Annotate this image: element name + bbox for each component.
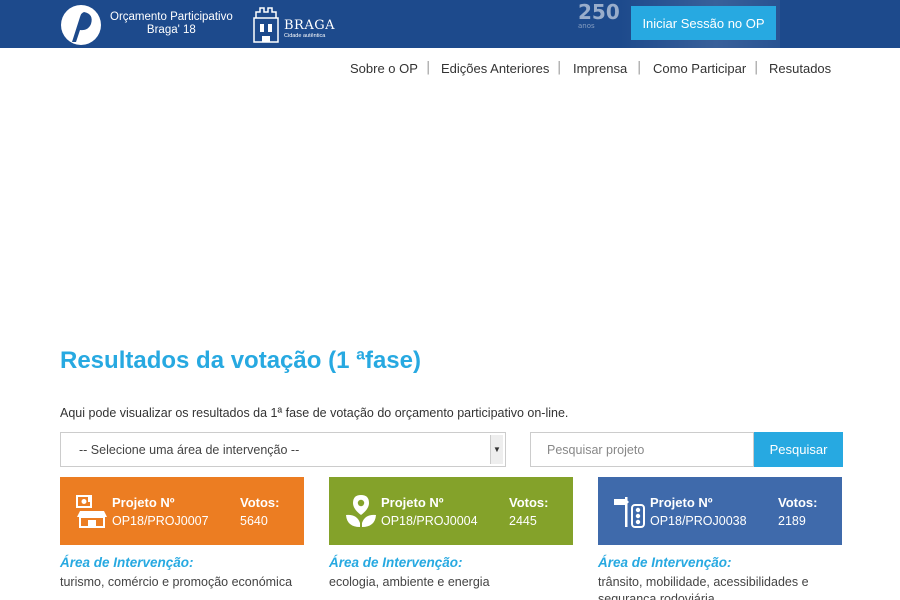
card-votes-label: Votos:	[509, 495, 549, 510]
card-project-value: OP18/PROJ0038	[650, 514, 747, 528]
project-search-input[interactable]: Pesquisar projeto	[530, 432, 754, 467]
card-area-value: ecologia, ambiente e energia	[329, 575, 490, 589]
nav-separator: |	[754, 60, 759, 75]
nav-item-imprensa[interactable]: Imprensa	[573, 61, 627, 76]
nav-separator: |	[557, 60, 562, 75]
hero-caption: Braga é de todos e todos têm uma palavra…	[60, 264, 581, 324]
area-select-value: -- Selecione uma área de intervenção --	[79, 442, 300, 457]
chevron-down-icon[interactable]: ▼	[490, 435, 503, 464]
project-card[interactable]: Projeto Nº OP18/PROJ0004 Votos: 2445	[329, 477, 573, 545]
card-votes-label: Votos:	[778, 495, 818, 510]
header-deco-sub: anos	[578, 22, 595, 30]
card-area-value: turismo, comércio e promoção económica	[60, 575, 293, 589]
header-deco-number: 250	[578, 0, 620, 24]
nav-item-como-participar[interactable]: Como Participar	[653, 61, 746, 76]
intro-text: Aqui pode visualizar os resultados da 1ª…	[60, 406, 569, 420]
card-project-value: OP18/PROJ0007	[112, 514, 209, 528]
search-panel	[214, 203, 688, 269]
card-votes-label: Votos:	[240, 495, 280, 510]
card-project-label: Projeto Nº	[381, 495, 444, 510]
op-logo-icon[interactable]	[60, 4, 102, 46]
card-project-label: Projeto Nº	[650, 495, 713, 510]
eco-pin-icon	[346, 495, 376, 527]
nav-item-edicoes[interactable]: Edições Anteriores	[441, 61, 549, 76]
braga-logo-name: BRAGA	[284, 18, 336, 33]
search-input[interactable]: O que procura?	[232, 172, 626, 206]
shop-icon	[76, 495, 107, 528]
main-nav: Sobre o OP | Edições Anteriores | Impren…	[0, 48, 900, 90]
page-title: Resultados da votação (1 ªfase)	[60, 347, 421, 374]
project-card[interactable]: Projeto Nº OP18/PROJ0038 Votos: 2189	[598, 477, 842, 545]
nav-item-sobre[interactable]: Sobre o OP	[350, 61, 418, 76]
nav-item-resultados[interactable]: Resutados	[769, 61, 831, 76]
project-card[interactable]: Projeto Nº OP18/PROJ0007 Votos: 5640	[60, 477, 304, 545]
op-logo-text[interactable]: Orçamento Participativo Braga' 18	[110, 11, 233, 37]
card-area-value: trânsito, mobilidade, acessibilidades e …	[598, 575, 809, 600]
card-votes-value: 2445	[509, 514, 537, 528]
nav-separator: |	[637, 60, 642, 75]
top-header: 250 anos Orçamento Participativo Braga' …	[0, 0, 900, 48]
card-votes-value: 2189	[778, 514, 806, 528]
card-area-label: Área de Intervenção:	[598, 555, 732, 570]
card-area-label: Área de Intervenção:	[329, 555, 463, 570]
project-search-button[interactable]: Pesquisar	[754, 432, 843, 467]
traffic-sign-icon	[614, 497, 645, 528]
magnifier-icon	[640, 180, 658, 198]
area-select[interactable]: -- Selecione uma área de intervenção -- …	[60, 432, 506, 467]
card-project-value: OP18/PROJ0004	[381, 514, 478, 528]
login-button[interactable]: Iniciar Sessão no OP	[631, 6, 776, 40]
braga-crest-icon	[253, 7, 279, 43]
card-votes-value: 5640	[240, 514, 268, 528]
search-button[interactable]	[626, 172, 672, 206]
card-area-label: Área de Intervenção:	[60, 555, 194, 570]
card-project-label: Projeto Nº	[112, 495, 175, 510]
nav-separator: |	[426, 60, 431, 75]
braga-logo-sub: Cidade autêntica	[284, 33, 326, 39]
